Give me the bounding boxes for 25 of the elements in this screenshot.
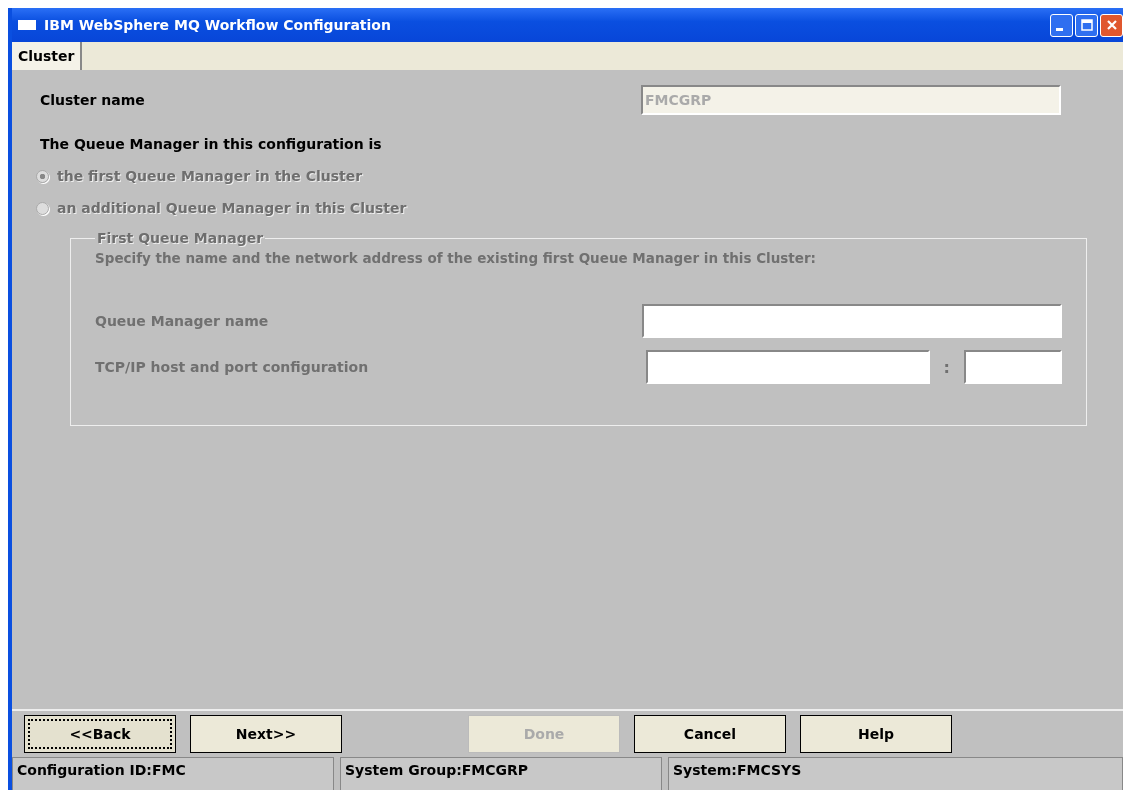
description-text: Specify the name and the network address of the existing first Queue Manager in this Cluster: xyxy=(95,250,817,266)
radio-label: an additional Queue Manager in this Cluster xyxy=(57,200,407,216)
radio-label: the first Queue Manager in the Cluster xyxy=(57,168,363,184)
minimize-button[interactable] xyxy=(1050,13,1073,37)
field-label: TCP/IP host and port configuration xyxy=(95,359,369,375)
close-icon xyxy=(1104,18,1119,32)
separator-text: : xyxy=(943,357,950,377)
wizard-button[interactable]: Help xyxy=(800,715,952,753)
window-title: IBM WebSphere MQ Workflow Configuration xyxy=(44,17,392,33)
maximize-icon xyxy=(1079,18,1094,32)
tab[interactable]: Cluster xyxy=(12,42,83,70)
field-label: Cluster name xyxy=(40,92,145,108)
section-heading: The Queue Manager in this configuration is xyxy=(40,136,383,152)
status-field: Configuration ID:FMC xyxy=(12,757,334,790)
wizard-button[interactable]: <<Back xyxy=(24,715,176,753)
wizard-button[interactable]: Cancel xyxy=(634,715,786,753)
status-field: System:FMCSYS xyxy=(668,757,1123,790)
maximize-button[interactable] xyxy=(1075,13,1098,37)
field-label: Queue Manager name xyxy=(95,313,269,329)
close-button[interactable] xyxy=(1100,13,1123,37)
window-icon xyxy=(18,20,36,30)
wizard-button[interactable]: Next>> xyxy=(190,715,342,753)
minimize-icon xyxy=(1056,27,1063,31)
status-field: System Group:FMCGRP xyxy=(340,757,662,790)
group-title: First Queue Manager xyxy=(96,230,265,246)
